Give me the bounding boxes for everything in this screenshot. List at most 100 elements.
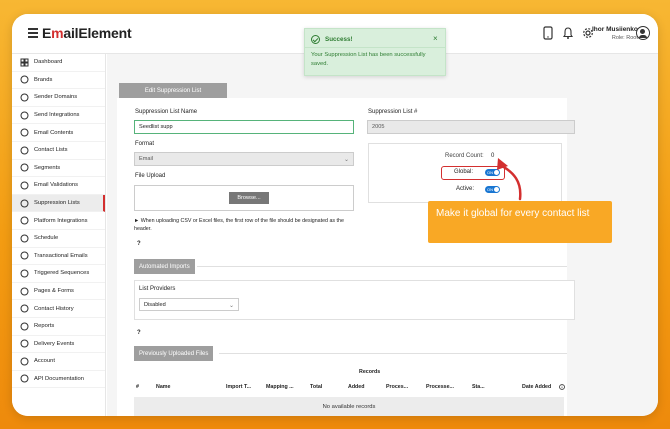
chevron-down-icon: ⌄ <box>228 303 234 309</box>
chevron-down-icon: ⌄ <box>343 157 349 163</box>
top-icons <box>542 26 594 40</box>
sidebar-item-schedule[interactable]: Schedule <box>12 230 105 248</box>
tag-icon <box>20 216 29 225</box>
avatar-icon[interactable] <box>636 26 650 40</box>
files-table-header: Records # Name Import T... Mapping ... Total… <box>134 365 579 395</box>
table-column-header[interactable]: Sta... <box>472 384 485 390</box>
send-icon <box>20 111 29 120</box>
sidebar-item-brands[interactable]: Brands <box>12 72 105 90</box>
file-upload-box[interactable]: Browse... <box>134 185 354 211</box>
bolt-icon <box>20 269 29 278</box>
sidebar-item-label: Email Validations <box>34 182 79 189</box>
record-count-value: 0 <box>491 153 495 159</box>
list-providers-box: List Providers Disabled ⌄ <box>134 280 575 320</box>
table-column-header[interactable]: Name <box>156 384 170 390</box>
sidebar-item-contact-lists[interactable]: Contact Lists <box>12 142 105 160</box>
api-icon <box>20 374 29 383</box>
logo[interactable]: EmailElement <box>42 25 132 41</box>
sidebar-item-label: Contact Lists <box>34 147 68 154</box>
sidebar-item-reports[interactable]: Reports <box>12 318 105 336</box>
list-providers-select[interactable]: Disabled ⌄ <box>139 298 239 311</box>
sidebar-item-segments[interactable]: Segments <box>12 160 105 178</box>
table-column-header[interactable]: Date Added <box>522 384 551 390</box>
table-column-header[interactable]: Processe... <box>426 384 454 390</box>
check-circle-icon <box>20 181 29 190</box>
close-icon[interactable]: × <box>433 34 438 43</box>
sidebar-item-suppression-lists[interactable]: Suppression Lists <box>12 194 105 213</box>
user-role: Role: Root <box>611 35 638 41</box>
list-providers-label: List Providers <box>139 286 176 292</box>
previously-uploaded-header[interactable]: Previously Uploaded Files <box>134 346 214 361</box>
id-label: Suppression List # <box>368 109 418 115</box>
success-toast: Success! × Your Suppression List has bee… <box>304 28 446 76</box>
email-icon <box>20 128 29 137</box>
toast-message: Your Suppression List has been successfu… <box>311 52 426 67</box>
sidebar-item-contact-history[interactable]: Contact History <box>12 300 105 318</box>
sidebar-item-transactional-emails[interactable]: Transactional Emails <box>12 248 105 266</box>
brands-icon <box>20 75 29 84</box>
segments-icon <box>20 163 29 172</box>
transactional-icon <box>20 251 29 260</box>
sidebar-item-label: Dashboard <box>34 59 63 66</box>
sidebar-item-platform-integrations[interactable]: Platform Integrations <box>12 212 105 230</box>
help-icon[interactable]: ? <box>137 241 141 247</box>
help-icon[interactable]: ? <box>137 330 141 336</box>
table-column-header[interactable]: Proces... <box>386 384 408 390</box>
automated-imports-header[interactable]: Automated Imports <box>134 259 195 274</box>
sidebar-item-triggered-sequences[interactable]: Triggered Sequences <box>12 265 105 283</box>
reports-icon <box>20 322 29 331</box>
sidebar-item-label: Schedule <box>34 235 59 242</box>
sidebar-item-label: Account <box>34 358 55 365</box>
name-input[interactable]: Seedlist supp <box>134 120 354 134</box>
sidebar-item-account[interactable]: Account <box>12 353 105 371</box>
history-icon <box>20 304 29 313</box>
toast-title: Success! <box>325 36 353 43</box>
sidebar-item-send-integrations[interactable]: Send Integrations <box>12 107 105 125</box>
info-icon[interactable] <box>559 384 565 392</box>
sidebar-item-delivery-events[interactable]: Delivery Events <box>12 336 105 354</box>
name-input-value: Seedlist supp <box>139 124 173 130</box>
sidebar-item-label: Reports <box>34 323 55 330</box>
bell-icon[interactable] <box>562 26 574 40</box>
user-name: Ihor Musiienko <box>592 26 638 33</box>
sidebar-item-label: Sender Domains <box>34 94 78 101</box>
sidebar-item-email-contents[interactable]: Email Contents <box>12 124 105 142</box>
table-column-header[interactable]: Import T... <box>226 384 251 390</box>
id-input-value: 2005 <box>372 124 385 130</box>
list-providers-value: Disabled <box>144 301 166 308</box>
table-column-header[interactable]: # <box>136 384 139 390</box>
sidebar-item-label: Delivery Events <box>34 340 75 347</box>
sidebar-item-dashboard[interactable]: Dashboard <box>12 54 105 72</box>
id-input: 2005 <box>367 120 575 134</box>
phone-icon[interactable] <box>542 26 554 40</box>
pages-icon <box>20 287 29 296</box>
sidebar-item-label: Transactional Emails <box>34 252 88 259</box>
browse-button[interactable]: Browse... <box>229 192 269 204</box>
logo-prefix: E <box>42 25 52 41</box>
no-records-row: No available records <box>134 397 564 416</box>
table-column-header[interactable]: Total <box>310 384 322 390</box>
table-column-header[interactable]: Added <box>348 384 364 390</box>
globe-icon <box>20 93 29 102</box>
sidebar-item-label: Send Integrations <box>34 112 80 119</box>
sidebar-item-label: Pages & Forms <box>34 288 74 295</box>
table-column-header[interactable]: Mapping ... <box>266 384 294 390</box>
logo-suffix: ailElement <box>63 25 132 41</box>
active-toggle[interactable]: ON <box>485 186 500 193</box>
check-circle-icon <box>311 35 320 44</box>
sidebar-item-api-documentation[interactable]: API Documentation <box>12 371 105 389</box>
schedule-icon <box>20 234 29 243</box>
sidebar-item-label: Segments <box>34 164 61 171</box>
dashboard-icon <box>20 58 29 67</box>
user-info[interactable]: Ihor Musiienko Role: Root <box>592 26 638 42</box>
tab-edit-suppression-list[interactable]: Edit Suppression List <box>119 83 227 99</box>
sidebar-item-pages-forms[interactable]: Pages & Forms <box>12 283 105 301</box>
record-count-label: Record Count: <box>445 153 484 159</box>
format-select[interactable]: Email ⌄ <box>134 152 354 166</box>
sidebar-item-label: Triggered Sequences <box>34 270 90 277</box>
sidebar-item-label: Suppression Lists <box>34 200 80 207</box>
sidebar-item-email-validations[interactable]: Email Validations <box>12 177 105 195</box>
sidebar-item-sender-domains[interactable]: Sender Domains <box>12 89 105 107</box>
menu-icon[interactable] <box>28 28 38 38</box>
active-label: Active: <box>456 186 475 192</box>
